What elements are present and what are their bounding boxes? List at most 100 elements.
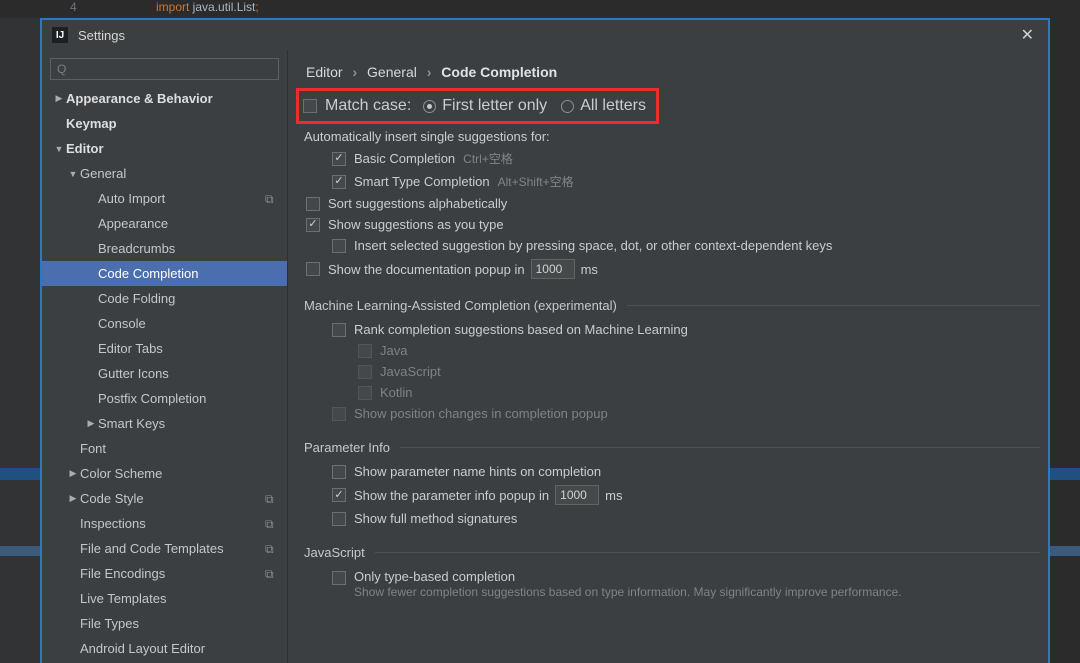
tree-item[interactable]: Android Layout Editor [42, 636, 287, 661]
tree-item[interactable]: File Encodings⧉ [42, 561, 287, 586]
tree-item-label: Gutter Icons [98, 366, 279, 381]
tree-item[interactable]: Appearance [42, 211, 287, 236]
tree-item[interactable]: ▶Appearance & Behavior [42, 86, 287, 111]
basic-completion-checkbox[interactable] [332, 152, 346, 166]
js-only-type-checkbox[interactable] [332, 571, 346, 585]
tree-item-label: Keymap [66, 116, 279, 131]
tree-item-label: Code Completion [98, 266, 279, 281]
scope-icon: ⧉ [265, 192, 279, 206]
tree-item[interactable]: Code Folding [42, 286, 287, 311]
scope-icon: ⧉ [265, 542, 279, 556]
ml-rank-checkbox[interactable] [332, 323, 346, 337]
match-case-checkbox[interactable] [303, 99, 317, 113]
tree-item[interactable]: Live Templates [42, 586, 287, 611]
tree-item-label: File Encodings [80, 566, 265, 581]
breadcrumb: Editor › General › Code Completion [288, 50, 1048, 88]
js-only-type-label: Only type-based completion [354, 569, 515, 584]
tree-item-label: Postfix Completion [98, 391, 279, 406]
tree-item[interactable]: Gutter Icons [42, 361, 287, 386]
all-letters-radio[interactable] [561, 100, 574, 113]
ml-position-label: Show position changes in completion popu… [354, 406, 608, 421]
tree-item-label: Inspections [80, 516, 265, 531]
sort-alpha-checkbox[interactable] [306, 197, 320, 211]
tree-item-label: Editor [66, 141, 279, 156]
tree-item[interactable]: ▶Color Scheme [42, 461, 287, 486]
tree-item-label: File and Code Templates [80, 541, 265, 556]
tree-item-label: Android Layout Editor [80, 641, 279, 656]
breadcrumb-part[interactable]: Editor [306, 64, 343, 80]
tree-item[interactable]: Editor Tabs [42, 336, 287, 361]
first-letter-radio[interactable] [423, 100, 436, 113]
tree-item[interactable]: File Types [42, 611, 287, 636]
insert-selected-checkbox[interactable] [332, 239, 346, 253]
tree-item-label: Auto Import [98, 191, 265, 206]
chevron-right-icon: ▶ [66, 468, 80, 479]
scope-icon: ⧉ [265, 567, 279, 581]
tree-item-label: Console [98, 316, 279, 331]
tree-item[interactable]: ▶Code Style⧉ [42, 486, 287, 511]
ml-lang-checkbox[interactable] [358, 386, 372, 400]
breadcrumb-part[interactable]: General [367, 64, 417, 80]
param-section-header: Parameter Info [304, 440, 1040, 455]
search-input-wrap[interactable]: Q [50, 58, 279, 80]
chevron-right-icon: ▶ [66, 493, 80, 504]
ml-position-checkbox[interactable] [332, 407, 346, 421]
tree-item[interactable]: ▶Smart Keys [42, 411, 287, 436]
tree-item-label: Appearance [98, 216, 279, 231]
close-icon[interactable]: ✕ [1017, 23, 1038, 47]
scope-icon: ⧉ [265, 517, 279, 531]
ml-section-header: Machine Learning-Assisted Completion (ex… [304, 298, 1040, 313]
tree-item-label: Editor Tabs [98, 341, 279, 356]
ml-rank-label: Rank completion suggestions based on Mac… [354, 322, 688, 337]
tree-item[interactable]: Auto Import⧉ [42, 186, 287, 211]
tree-item[interactable]: Keymap [42, 111, 287, 136]
tree-item-label: General [80, 166, 279, 181]
chevron-right-icon: › [352, 64, 357, 80]
doc-popup-unit: ms [581, 262, 598, 277]
doc-popup-input[interactable] [531, 259, 575, 279]
doc-popup-label: Show the documentation popup in [328, 262, 525, 277]
tree-item[interactable]: Font [42, 436, 287, 461]
smart-completion-checkbox[interactable] [332, 175, 346, 189]
ml-lang-label: Kotlin [380, 385, 413, 400]
auto-insert-header: Automatically insert single suggestions … [296, 126, 1040, 147]
tree-item-label: Breadcrumbs [98, 241, 279, 256]
tree-item[interactable]: Breadcrumbs [42, 236, 287, 261]
tree-item[interactable]: Console [42, 311, 287, 336]
insert-selected-label: Insert selected suggestion by pressing s… [354, 238, 832, 253]
param-popup-checkbox[interactable] [332, 488, 346, 502]
tree-item[interactable]: File and Code Templates⧉ [42, 536, 287, 561]
ml-lang-label: Java [380, 343, 407, 358]
show-as-you-type-checkbox[interactable] [306, 218, 320, 232]
tree-item-label: File Types [80, 616, 279, 631]
param-hints-checkbox[interactable] [332, 465, 346, 479]
full-sig-checkbox[interactable] [332, 512, 346, 526]
bg-code-line: 4 import java.util.List; [0, 0, 1080, 18]
all-letters-label: All letters [580, 97, 646, 115]
show-as-you-type-label: Show suggestions as you type [328, 217, 504, 232]
first-letter-label: First letter only [442, 97, 547, 115]
ml-lang-checkbox[interactable] [358, 365, 372, 379]
js-section-header: JavaScript [304, 545, 1040, 560]
param-popup-input[interactable] [555, 485, 599, 505]
doc-popup-checkbox[interactable] [306, 262, 320, 276]
scope-icon: ⧉ [265, 492, 279, 506]
chevron-right-icon: ▶ [52, 93, 66, 104]
tree-item-label: Code Style [80, 491, 265, 506]
app-icon: IJ [52, 27, 68, 43]
basic-completion-label: Basic Completion [354, 151, 455, 166]
dialog-title: Settings [78, 28, 125, 43]
search-input[interactable] [70, 62, 272, 76]
ml-lang-checkbox[interactable] [358, 344, 372, 358]
tree-item[interactable]: Postfix Completion [42, 386, 287, 411]
title-bar: IJ Settings ✕ [42, 20, 1048, 50]
tree-item[interactable]: Code Completion [42, 261, 287, 286]
tree-item[interactable]: Inspections⧉ [42, 511, 287, 536]
tree-item[interactable]: ▼Editor [42, 136, 287, 161]
settings-tree[interactable]: ▶Appearance & BehaviorKeymap▼Editor▼Gene… [42, 86, 287, 663]
breadcrumb-leaf: Code Completion [441, 64, 557, 80]
tree-item-label: Appearance & Behavior [66, 91, 279, 106]
full-sig-label: Show full method signatures [354, 511, 517, 526]
tree-item[interactable]: ▼General [42, 161, 287, 186]
settings-dialog: IJ Settings ✕ Q ▶Appearance & BehaviorKe… [40, 18, 1050, 663]
